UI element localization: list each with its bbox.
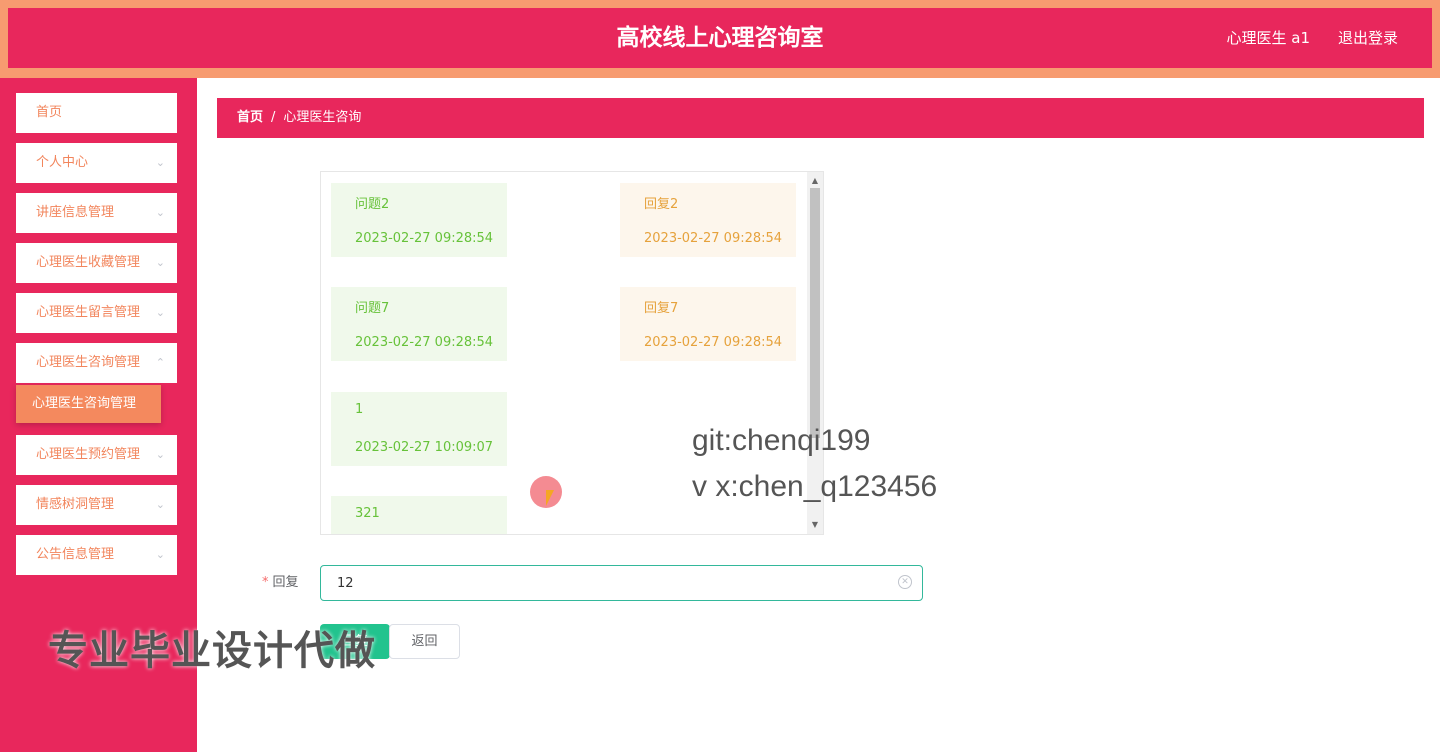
- chevron-down-icon: ⌄: [155, 306, 165, 319]
- sidebar-item-label: 个人中心: [36, 155, 89, 170]
- sidebar-item-label: 公告信息管理: [36, 547, 115, 562]
- message-text: 1: [355, 402, 364, 417]
- question-bubble: 问题2 2023-02-27 09:28:54: [331, 183, 507, 257]
- message-text: 问题2: [355, 197, 390, 212]
- breadcrumb-home[interactable]: 首页: [237, 110, 263, 125]
- sidebar-item-consultation[interactable]: 心理医生咨询管理 ⌃: [16, 343, 177, 383]
- message-text: 321: [355, 506, 380, 521]
- chevron-down-icon: ⌄: [155, 156, 165, 169]
- cursor-icon: [546, 490, 554, 506]
- chevron-down-icon: ⌄: [155, 498, 165, 511]
- reply-label-text: 回复: [272, 575, 299, 590]
- chevron-down-icon: ⌄: [155, 256, 165, 269]
- question-bubble: 1 2023-02-27 10:09:07: [331, 392, 507, 466]
- sidebar-item-label: 心理医生收藏管理: [36, 255, 141, 270]
- reply-bubble: 回复2 2023-02-27 09:28:54: [620, 183, 796, 257]
- watermark-banner: 专业毕业设计代做: [48, 628, 376, 674]
- sidebar-item-announcements[interactable]: 公告信息管理 ⌄: [16, 535, 177, 575]
- question-bubble: 问题7 2023-02-27 09:28:54: [331, 287, 507, 361]
- sidebar-item-label: 首页: [36, 105, 63, 120]
- message-text: 回复7: [644, 301, 679, 316]
- reply-label: * 回复: [262, 565, 299, 601]
- logout-link[interactable]: 退出登录: [1338, 8, 1398, 68]
- watermark-wechat: v x:chen_q123456: [692, 470, 938, 503]
- required-mark: *: [262, 575, 269, 590]
- sidebar-item-favorites[interactable]: 心理医生收藏管理 ⌄: [16, 243, 177, 283]
- app-title: 高校线上心理咨询室: [616, 25, 824, 51]
- reply-bubble: 回复7 2023-02-27 09:28:54: [620, 287, 796, 361]
- breadcrumb-separator: /: [271, 110, 276, 125]
- chevron-down-icon: ⌄: [155, 206, 165, 219]
- message-text: 回复2: [644, 197, 679, 212]
- sidebar-item-appointments[interactable]: 心理医生预约管理 ⌄: [16, 435, 177, 475]
- back-button[interactable]: 返回: [389, 624, 460, 659]
- message-time: 2023-02-27 10:09:07: [355, 440, 494, 455]
- sidebar-item-personal-center[interactable]: 个人中心 ⌄: [16, 143, 177, 183]
- breadcrumb-current: 心理医生咨询: [283, 110, 362, 125]
- chevron-down-icon: ⌄: [155, 548, 165, 561]
- scrollbar-thumb[interactable]: [810, 188, 820, 438]
- message-time: 2023-02-27 09:28:54: [644, 231, 783, 246]
- sidebar-item-lectures[interactable]: 讲座信息管理 ⌄: [16, 193, 177, 233]
- header-bar: 高校线上心理咨询室 心理医生 a1 退出登录: [8, 8, 1432, 68]
- reply-input[interactable]: [320, 565, 923, 601]
- sidebar-item-label: 讲座信息管理: [36, 205, 115, 220]
- scroll-up-icon[interactable]: ▲: [810, 174, 820, 188]
- message-time: 2023-02-27 09:28:54: [644, 335, 783, 350]
- header-frame: 高校线上心理咨询室 心理医生 a1 退出登录: [0, 0, 1440, 78]
- sidebar-item-label: 心理医生预约管理: [36, 447, 141, 462]
- question-bubble: 321: [331, 496, 507, 534]
- breadcrumb: 首页 / 心理医生咨询: [217, 98, 1424, 138]
- user-label: 心理医生 a1: [1226, 29, 1310, 47]
- sidebar-item-label: 心理医生咨询管理: [36, 355, 141, 370]
- sidebar-item-label: 情感树洞管理: [36, 497, 115, 512]
- sidebar-item-messages[interactable]: 心理医生留言管理 ⌄: [16, 293, 177, 333]
- sidebar-item-home[interactable]: 首页: [16, 93, 177, 133]
- sidebar-item-tree-hole[interactable]: 情感树洞管理 ⌄: [16, 485, 177, 525]
- scroll-down-icon[interactable]: ▼: [810, 518, 820, 532]
- chevron-down-icon: ⌄: [155, 448, 165, 461]
- message-text: 问题7: [355, 301, 390, 316]
- clear-icon[interactable]: ✕: [898, 575, 912, 589]
- watermark-git: git:chenqi199: [692, 424, 871, 457]
- message-time: 2023-02-27 09:28:54: [355, 335, 494, 350]
- message-time: 2023-02-27 09:28:54: [355, 231, 494, 246]
- sidebar-subitem-consultation[interactable]: 心理医生咨询管理: [16, 385, 161, 423]
- chevron-up-icon: ⌃: [155, 356, 165, 369]
- sidebar-item-label: 心理医生留言管理: [36, 305, 141, 320]
